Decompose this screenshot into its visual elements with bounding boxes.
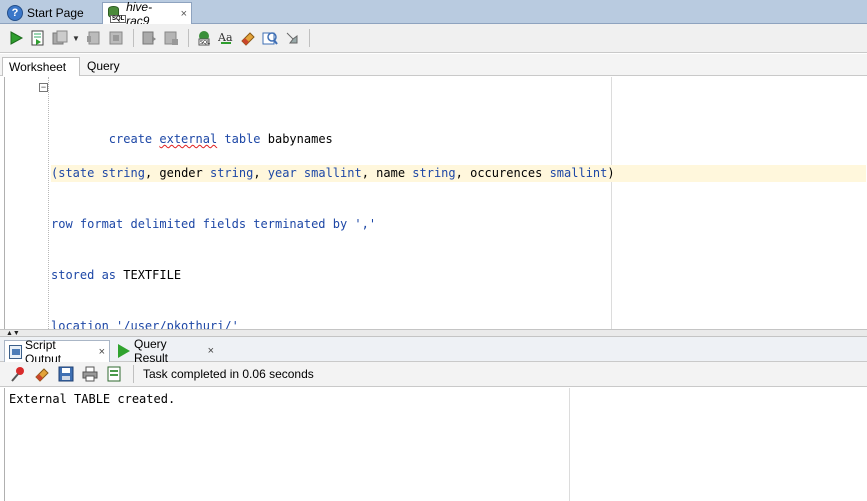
close-icon[interactable]: × [181,8,187,20]
document-tab-bar: ? Start Page SQL hive-rac9 × [0,0,867,28]
code-line: row format delimited fields terminated b… [51,216,866,233]
worksheet-toolbar: ▼ SQL Aa [0,24,867,53]
tab-start-page-label: Start Page [27,6,84,20]
close-icon[interactable]: × [208,345,214,357]
open-file-icon[interactable] [104,364,124,384]
format-icon[interactable]: Aa [216,28,236,48]
sql-developer-window: ? Start Page SQL hive-rac9 × ▼ SQL Aa Wo… [0,0,867,501]
toolbar-divider [308,29,310,47]
pane-splitter[interactable]: ▲▼ [0,329,867,337]
run-statement-icon[interactable] [6,28,26,48]
sql-history-icon[interactable] [106,28,126,48]
tab-start-page[interactable]: ? Start Page [3,2,101,24]
tab-query-result[interactable]: Query Result × [114,337,218,365]
explain-plan-icon[interactable] [139,28,159,48]
save-icon[interactable] [56,364,76,384]
worksheet-subtabs: Worksheet Query Builder [0,54,867,91]
pin-icon[interactable] [8,364,28,384]
tab-query-builder[interactable]: Query Builder [81,57,161,91]
chevron-down-icon[interactable]: ▼ [72,34,80,43]
svg-text:SQL: SQL [200,40,210,46]
commit-icon[interactable] [50,28,70,48]
code-line-text: row format delimited fields terminated b… [51,217,377,231]
toolbar-divider [133,365,134,383]
fold-toggle[interactable]: − [39,83,48,92]
code-line: stored as TEXTFILE [51,268,182,282]
script-output-text: External TABLE created. [9,392,176,406]
tab-hive-rac9[interactable]: SQL hive-rac9 × [102,0,192,28]
code-token: babynames [267,132,333,146]
help-icon: ? [7,5,23,21]
output-toolbar: Task completed in 0.06 seconds [0,362,867,387]
toolbar-divider [187,29,189,47]
code-area[interactable]: create external table babynames (state s… [51,80,866,369]
sql-worksheet-icon: SQL [107,6,127,23]
rollback-icon[interactable] [84,28,104,48]
sql-tuning-icon[interactable]: SQL [194,28,214,48]
line-gutter [5,77,38,329]
splitter-arrows-icon[interactable]: ▲▼ [6,330,20,337]
output-tab-bar: Script Output × Query Result × [0,337,867,366]
tab-query-result-label: Query Result [134,337,169,365]
task-status-text: Task completed in 0.06 seconds [143,367,314,381]
tab-worksheet[interactable]: Worksheet [2,57,80,76]
eraser-icon[interactable] [32,364,52,384]
clear-icon[interactable] [238,28,258,48]
fold-guide [48,77,49,329]
script-output-icon [9,344,23,359]
autotrace-icon[interactable] [161,28,181,48]
unshared-icon[interactable] [282,28,302,48]
output-margin-line [569,388,570,501]
code-token: external [159,132,218,146]
code-line: create external table babynames [108,132,333,146]
code-line-current: (state string, gender string, year small… [51,165,866,182]
close-icon[interactable]: × [99,346,105,358]
run-script-icon[interactable] [28,28,48,48]
sql-editor[interactable]: − create external table babynames (state… [4,77,867,333]
script-output-area[interactable]: External TABLE created. [4,388,867,501]
tab-script-output[interactable]: Script Output × [4,338,110,366]
code-line-text: (state string, gender string, year small… [51,166,615,180]
find-icon[interactable] [260,28,280,48]
print-icon[interactable] [80,364,100,384]
query-result-icon [118,344,130,358]
toolbar-divider [132,29,134,47]
